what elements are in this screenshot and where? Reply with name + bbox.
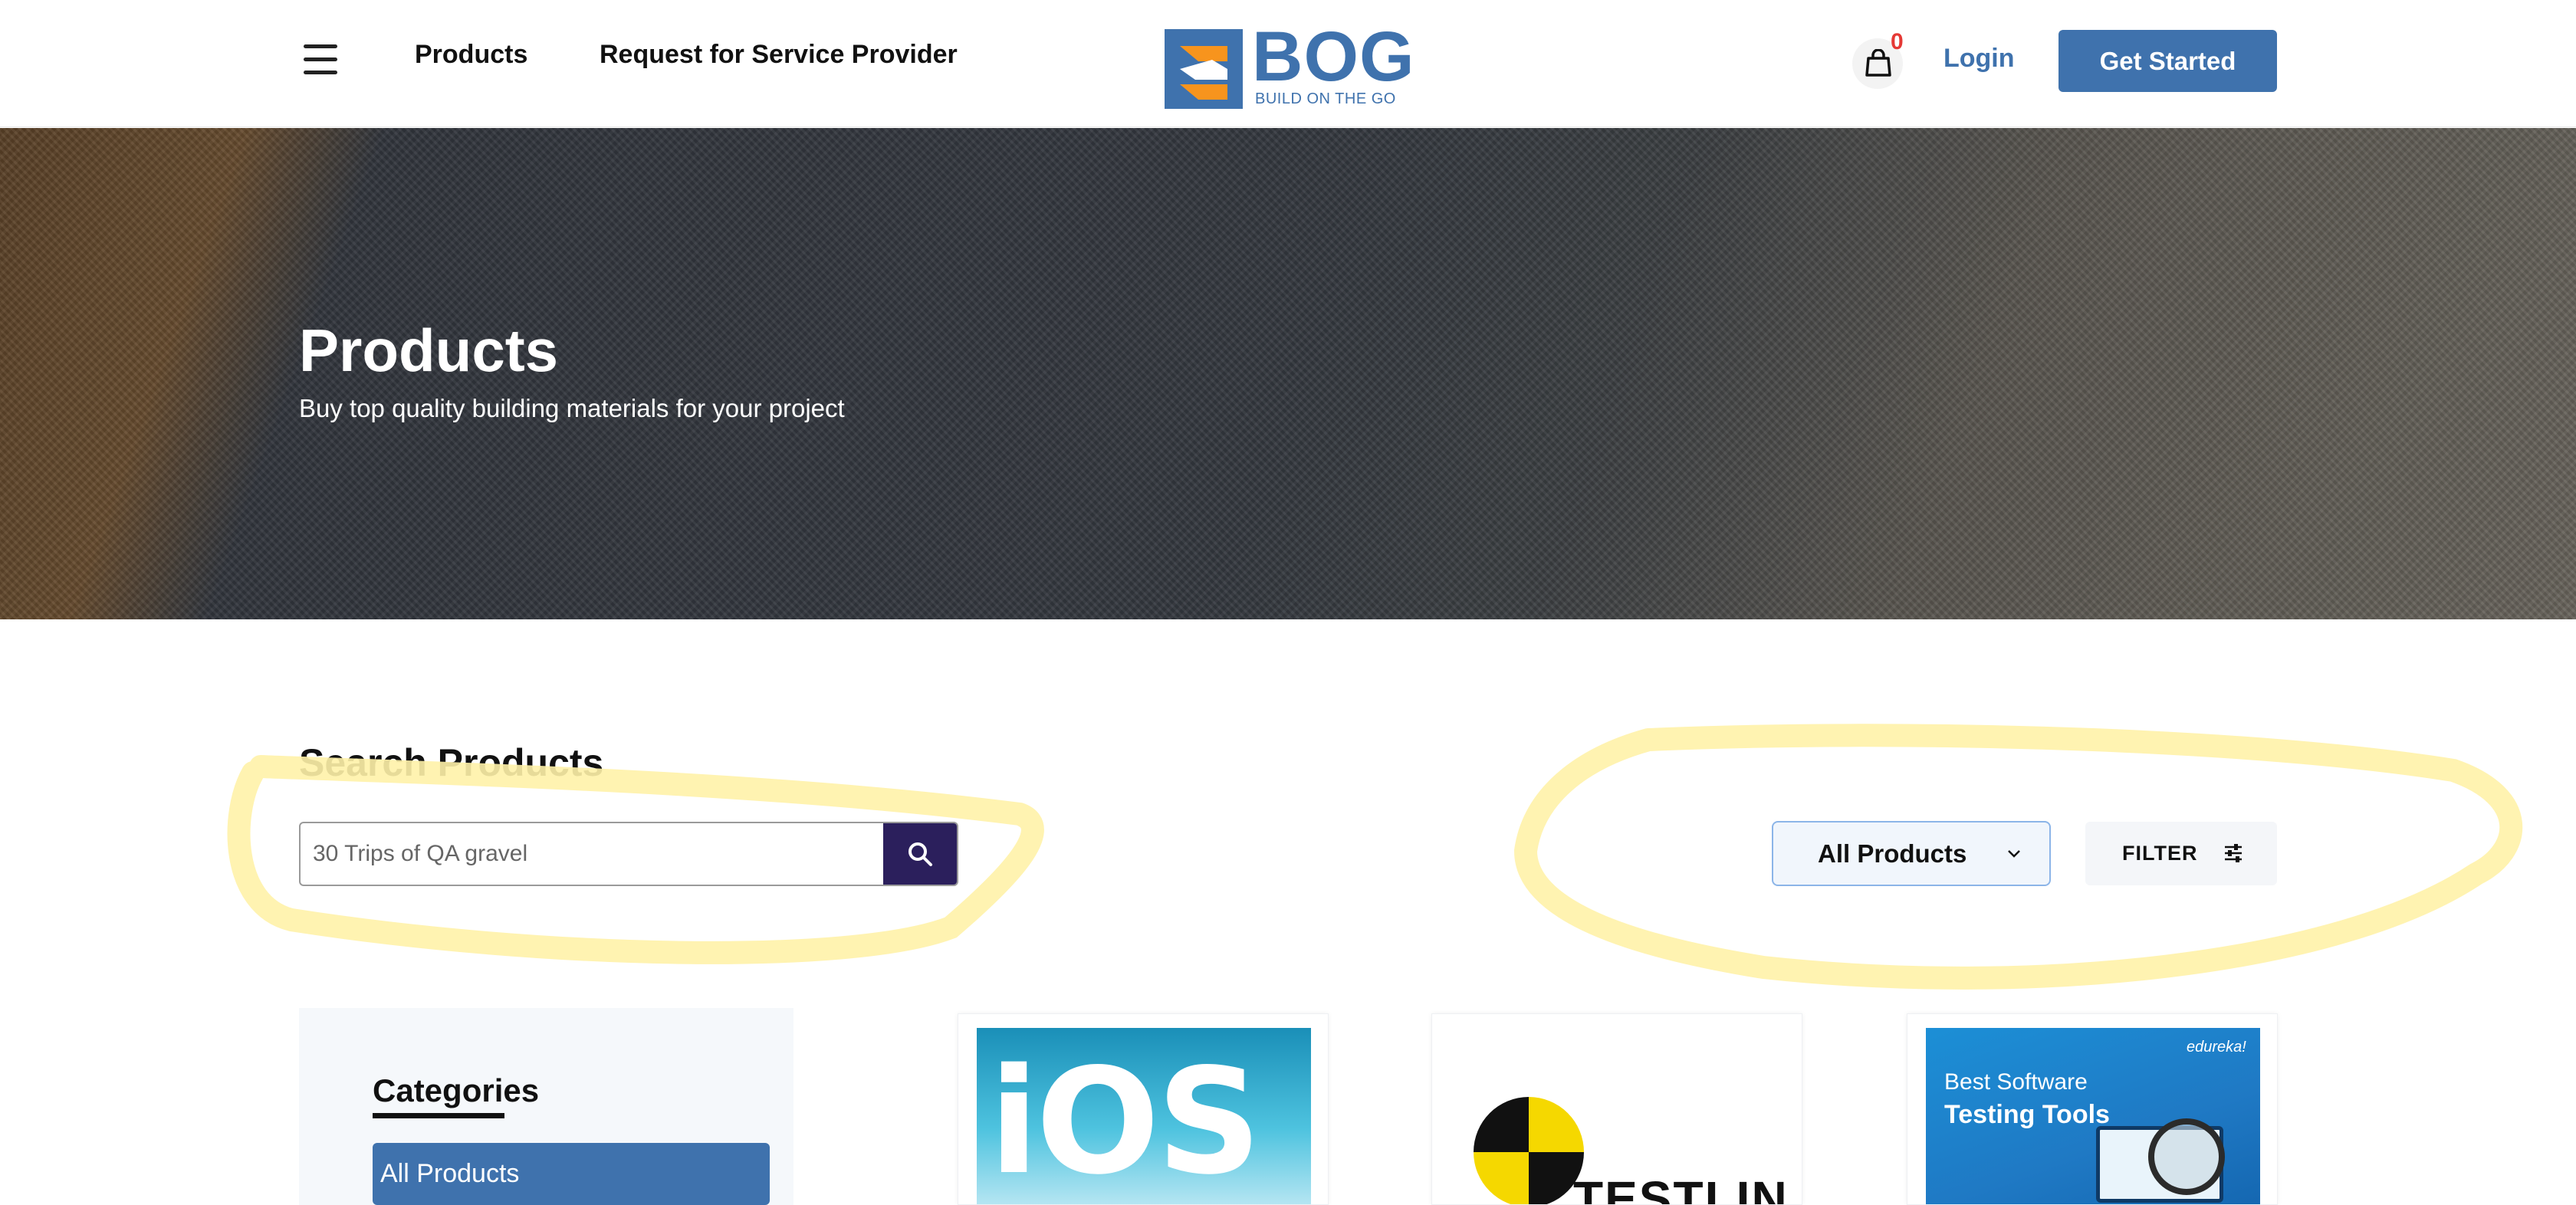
product-image-title-line2: Testing Tools xyxy=(1944,1100,2110,1129)
get-started-button[interactable]: Get Started xyxy=(2058,30,2277,92)
product-image-subtitle: INSTALLER xyxy=(994,1195,1276,1204)
login-link[interactable]: Login xyxy=(1944,44,2015,74)
hamburger-menu-icon[interactable] xyxy=(304,44,342,78)
hero-subtitle: Buy top quality building materials for y… xyxy=(299,394,845,422)
sliders-icon xyxy=(2225,844,2242,862)
product-image-brand: edureka! xyxy=(2187,1039,2246,1056)
category-item-all-products[interactable]: All Products xyxy=(373,1143,770,1205)
filter-button[interactable]: FILTER xyxy=(2085,822,2277,885)
product-image: TESTLINK xyxy=(1451,1028,1785,1205)
search-icon xyxy=(909,842,932,866)
site-header: Products Request for Service Provider BO… xyxy=(0,0,2576,127)
product-image: iOS INSTALLER xyxy=(977,1028,1311,1205)
hero-title: Products xyxy=(299,317,559,384)
nav-link-request-service-provider[interactable]: Request for Service Provider xyxy=(600,40,958,70)
search-section-title: Search Products xyxy=(299,741,604,784)
bog-logo[interactable]: BOG BUILD ON THE GO xyxy=(1165,21,1414,110)
product-image-title: TESTLINK xyxy=(1573,1171,1785,1205)
filter-label: FILTER xyxy=(2122,842,2198,865)
cart-count-badge: 0 xyxy=(1891,29,1904,54)
product-image: edureka! Best Software Testing Tools xyxy=(1926,1028,2260,1204)
dropdown-selected-value: All Products xyxy=(1818,839,1967,868)
categories-title-underline xyxy=(373,1113,504,1118)
search-box xyxy=(299,822,958,886)
logo-tagline: BUILD ON THE GO xyxy=(1255,90,1396,107)
search-button[interactable] xyxy=(883,823,957,885)
product-card[interactable]: TESTLINK xyxy=(1431,1013,1802,1205)
testlink-logo-icon xyxy=(1474,1097,1584,1204)
product-card[interactable]: edureka! Best Software Testing Tools xyxy=(1907,1013,2278,1205)
nav-link-products[interactable]: Products xyxy=(415,40,527,70)
magnifier-illustration-icon xyxy=(2148,1118,2225,1195)
product-card[interactable]: iOS INSTALLER xyxy=(958,1013,1329,1205)
product-image-title-line1: Best Software xyxy=(1944,1069,2088,1095)
category-item-label: All Products xyxy=(380,1159,520,1188)
product-image-title: iOS xyxy=(989,1037,1261,1205)
hero-banner: Products Buy top quality building materi… xyxy=(0,128,2576,619)
logo-wordmark: BOG xyxy=(1252,18,1415,96)
search-input[interactable] xyxy=(301,823,885,885)
logo-mark-icon xyxy=(1165,29,1243,109)
chevron-down-icon xyxy=(2008,850,2020,858)
categories-panel: Categories All Products xyxy=(299,1008,794,1205)
product-type-dropdown[interactable]: All Products xyxy=(1772,821,2051,886)
categories-title: Categories xyxy=(373,1072,540,1108)
shopping-bag-icon xyxy=(1865,49,1891,77)
